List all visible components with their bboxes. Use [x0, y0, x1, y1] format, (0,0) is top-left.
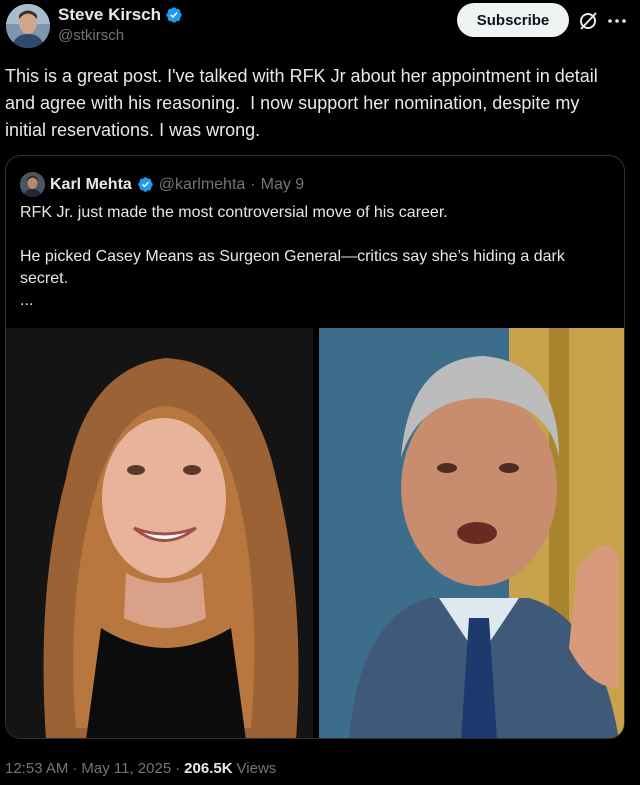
grok-slash-icon[interactable]	[577, 10, 599, 32]
author-name-row: Steve Kirsch	[58, 5, 183, 25]
quoted-separator: ·	[250, 175, 256, 193]
quoted-text-line-1: RFK Jr. just made the most controversial…	[20, 204, 448, 221]
quoted-text-line-3: ...	[20, 292, 34, 309]
quoted-text-line-2: He picked Casey Means as Surgeon General…	[20, 248, 565, 287]
quoted-post-date[interactable]: May 9	[261, 176, 305, 194]
quoted-author-avatar[interactable]	[20, 172, 45, 197]
quoted-author-handle[interactable]: @karlmehta	[159, 176, 246, 194]
quoted-post[interactable]: Karl Mehta @karlmehta · May 9 RFK Jr. ju…	[5, 155, 625, 739]
quoted-post-text: RFK Jr. just made the most controversial…	[20, 202, 610, 312]
subscribe-button[interactable]: Subscribe	[457, 3, 569, 37]
author-avatar-image	[6, 4, 50, 48]
photo-woman-smiling[interactable]	[6, 328, 313, 738]
author-handle[interactable]: @stkirsch	[58, 27, 124, 44]
meta-separator: ·	[175, 760, 181, 777]
post-time[interactable]: 12:53 AM	[5, 760, 68, 777]
quoted-media	[6, 328, 624, 738]
views-count: 206.5K	[184, 760, 233, 777]
quoted-verified-badge-icon	[137, 176, 154, 193]
post-meta: 12:53 AM · May 11, 2025 · 206.5K Views	[5, 760, 276, 777]
more-horizontal-icon[interactable]	[606, 10, 628, 32]
verified-badge-icon	[165, 6, 183, 24]
author-avatar[interactable]	[6, 4, 50, 48]
post-header: Steve Kirsch @stkirsch Subscribe	[0, 0, 640, 56]
author-display-name[interactable]: Steve Kirsch	[58, 5, 161, 25]
quoted-author-name[interactable]: Karl Mehta	[50, 176, 132, 194]
post-text: This is a great post. I've talked with R…	[5, 66, 603, 140]
photo-man-speaking[interactable]	[319, 328, 624, 738]
views-label: Views	[236, 760, 277, 777]
quoted-post-header: Karl Mehta @karlmehta · May 9	[20, 172, 304, 197]
post-date[interactable]: May 11, 2025	[81, 760, 171, 777]
meta-separator: ·	[72, 760, 78, 777]
